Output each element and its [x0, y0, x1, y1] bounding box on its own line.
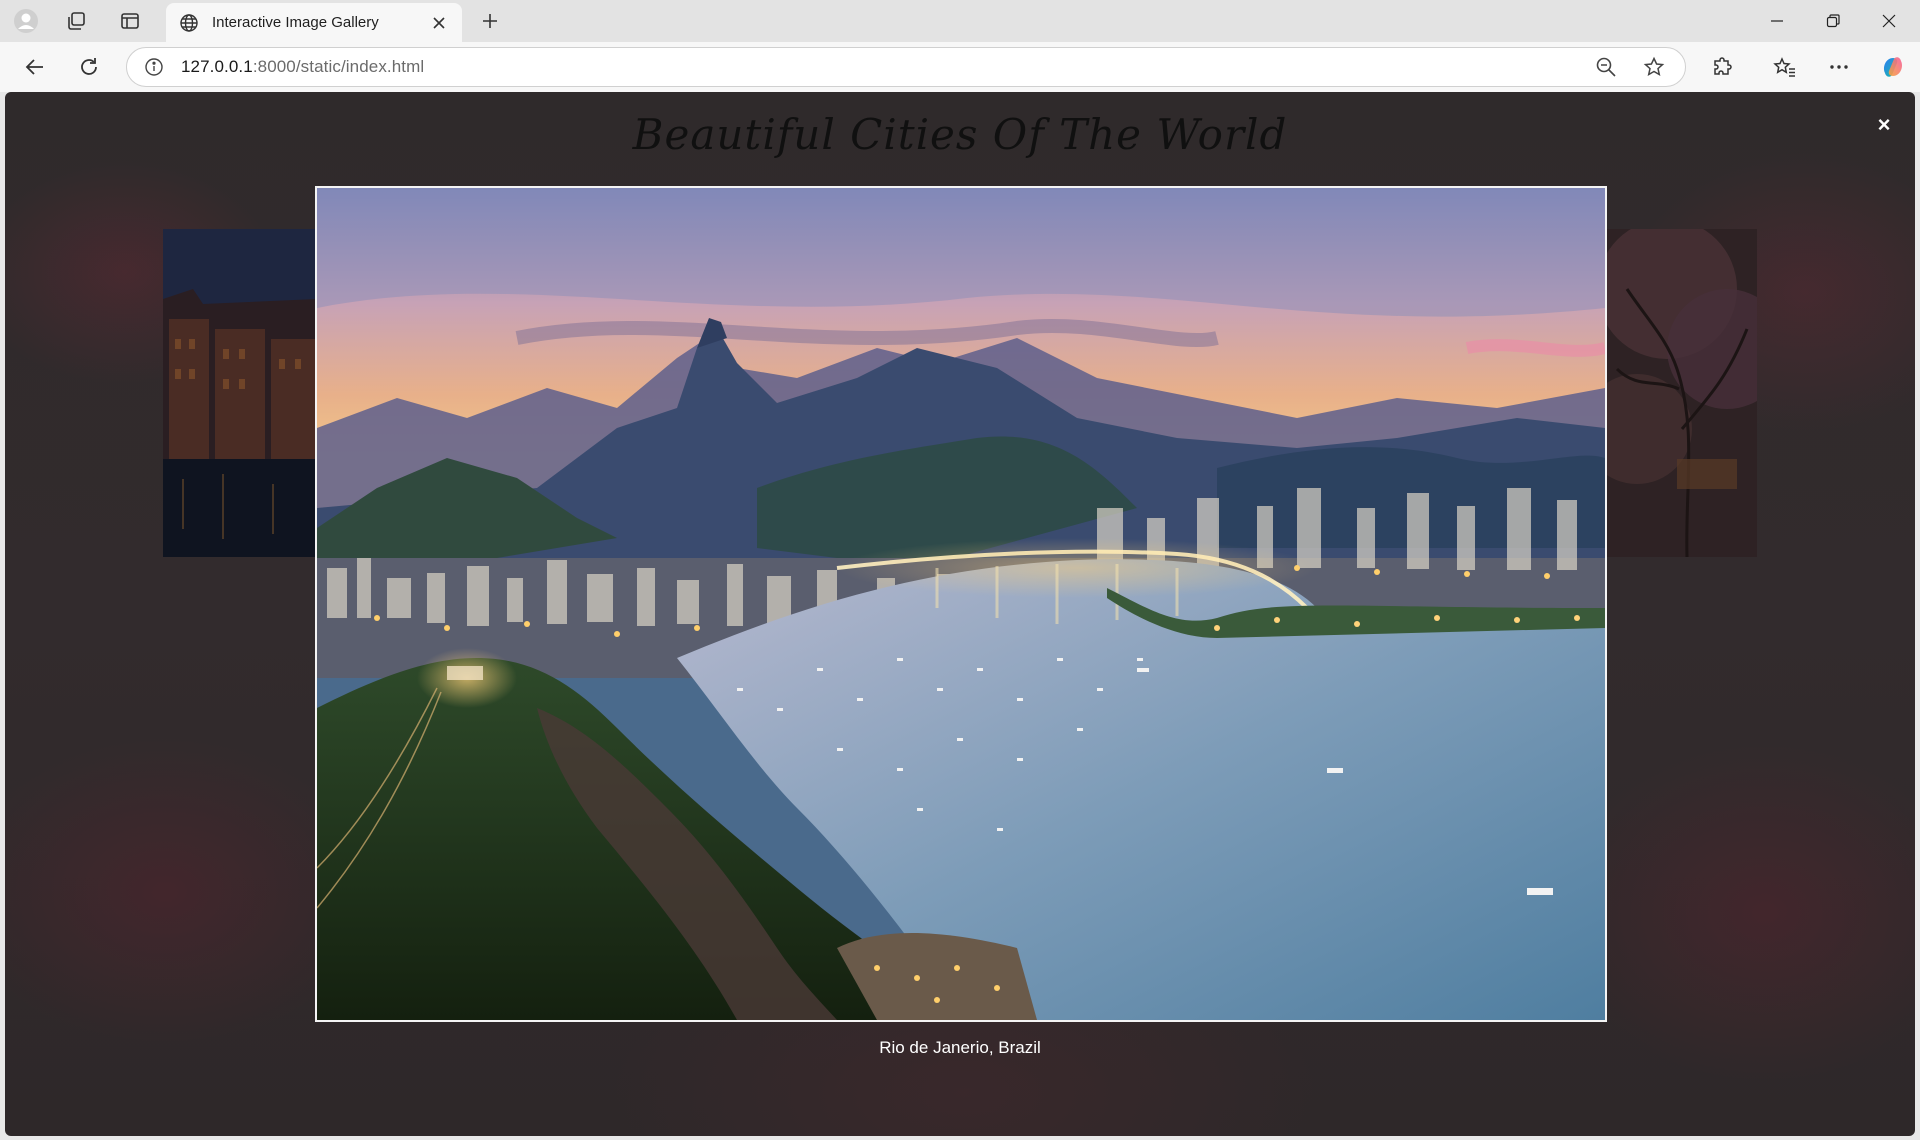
- copilot-icon[interactable]: [1876, 51, 1910, 83]
- page-viewport: Beautiful Cities Of The World × Rio de J…: [5, 92, 1915, 1136]
- zoom-out-icon[interactable]: [1591, 52, 1621, 82]
- next-image-thumbnail[interactable]: [1607, 229, 1757, 557]
- workspaces-icon[interactable]: [60, 6, 92, 36]
- plus-icon[interactable]: [474, 6, 506, 36]
- url-text[interactable]: 127.0.0.1:8000/static/index.html: [181, 57, 1573, 77]
- tab-strip: Interactive Image Gallery: [0, 0, 1920, 42]
- extensions-icon[interactable]: [1706, 51, 1740, 83]
- url-host: 127.0.0.1: [181, 57, 253, 76]
- active-tab[interactable]: Interactive Image Gallery: [166, 3, 462, 42]
- address-bar[interactable]: 127.0.0.1:8000/static/index.html: [126, 47, 1686, 87]
- image-caption: Rio de Janerio, Brazil: [879, 1038, 1041, 1057]
- more-icon[interactable]: [1822, 51, 1856, 83]
- gallery-title: Beautiful Cities Of The World: [632, 110, 1288, 159]
- previous-image-thumbnail[interactable]: [163, 229, 317, 557]
- info-icon[interactable]: [143, 56, 165, 78]
- restore-icon[interactable]: [1806, 0, 1860, 42]
- profile-icon[interactable]: [10, 6, 42, 36]
- minimize-icon[interactable]: [1750, 0, 1804, 42]
- star-icon[interactable]: [1639, 52, 1669, 82]
- tab-actions-icon[interactable]: [114, 6, 146, 36]
- url-path: :8000/static/index.html: [252, 57, 425, 76]
- window-close-icon[interactable]: [1862, 0, 1916, 42]
- tab-title: Interactive Image Gallery: [212, 14, 379, 31]
- toolbar: 127.0.0.1:8000/static/index.html: [0, 42, 1920, 92]
- close-lightbox-button[interactable]: ×: [1871, 112, 1897, 138]
- favorites-icon[interactable]: [1768, 51, 1802, 83]
- main-gallery-image[interactable]: [315, 186, 1607, 1022]
- globe-icon: [178, 12, 200, 34]
- reload-icon[interactable]: [72, 51, 106, 83]
- close-icon[interactable]: [428, 12, 450, 34]
- back-icon[interactable]: [18, 51, 52, 83]
